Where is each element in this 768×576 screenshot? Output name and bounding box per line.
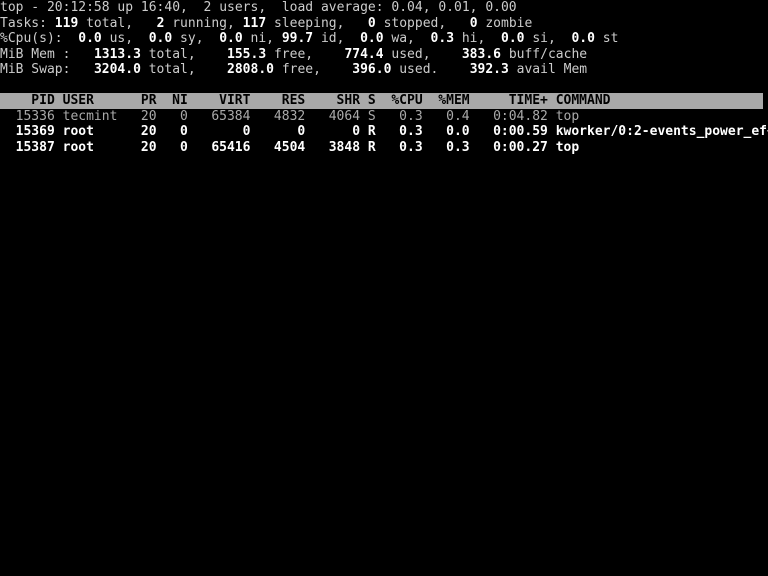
uptime-value: 16:40, [140,0,188,15]
cpu-st-label: st [602,31,619,46]
table-row[interactable]: 15336 tecmint 20 0 65384 4832 4064 S 0.3… [0,109,768,125]
swap-used-value: 396.0 [352,62,392,77]
tasks-zombie-value: 0 [469,15,478,31]
summary-table-separator [0,78,768,94]
cpu-si-value: 0.0 [501,31,525,46]
swap-free-value: 2808.0 [227,62,274,77]
terminal-screen: top - 20:12:58 up 16:40, 2 users, load a… [0,0,768,576]
swap-avail-value: 392.3 [469,62,509,77]
cpu-ni-label: ni, [250,31,274,46]
swap-free-label: free, [281,62,321,77]
tasks-label: Tasks: [0,15,47,31]
memory-used-value: 774.4 [344,46,384,62]
tasks-stopped-label: stopped, [383,15,447,31]
cpu-sy-label: sy, [180,31,204,46]
load-average-label: load average: [281,0,384,15]
cpu-st-value: 0.0 [571,31,595,46]
memory-total-value: 1313.3 [93,46,141,62]
cpu-sy-value: 0.0 [148,31,173,46]
cpu-id-value: 99.7 [281,31,314,46]
top-output: top - 20:12:58 up 16:40, 2 users, load a… [0,0,768,155]
users-label: users, [219,0,267,15]
load-average-15min: 0.00 [485,0,517,15]
uptime-program-label: top - [0,0,40,15]
cpu-wa-label: wa, [391,31,415,46]
cpu-ni-value: 0.0 [219,31,243,46]
swap-line: MiB Swap: 3204.0 total, 2808.0 free, 396… [0,62,768,78]
cpu-id-label: id, [320,31,345,46]
memory-total-label: total, [148,46,196,62]
cpu-hi-value: 0.3 [430,31,455,46]
memory-used-label: used, [391,46,431,62]
uptime-time: 20:12:58 [46,0,110,15]
tasks-zombie-label: zombie [485,15,533,31]
cpu-hi-label: hi, [461,31,486,46]
cpu-line: %Cpu(s): 0.0 us, 0.0 sy, 0.0 ni, 99.7 id… [0,31,768,47]
process-table-header[interactable]: PID USER PR NI VIRT RES SHR S %CPU %MEM … [0,93,763,109]
table-row[interactable]: 15369 root 20 0 0 0 0 R 0.3 0.0 0:00.59 … [0,124,768,140]
swap-label: MiB Swap: [0,62,71,77]
tasks-total-value: 119 [54,15,79,31]
memory-buffcache-label: buff/cache [508,46,588,62]
table-row[interactable]: 15387 root 20 0 65416 4504 3848 R 0.3 0.… [0,140,768,156]
swap-total-value: 3204.0 [93,62,141,77]
load-average-5min: 0.01, [438,0,478,15]
memory-line: MiB Mem : 1313.3 total, 155.3 free, 774.… [0,47,768,63]
tasks-total-label: total, [86,15,134,31]
cpu-label: %Cpu(s): [0,31,63,46]
cpu-wa-value: 0.0 [360,31,384,46]
tasks-stopped-value: 0 [367,15,376,31]
memory-free-value: 155.3 [227,46,267,62]
swap-total-label: total, [148,62,196,77]
memory-buffcache-value: 383.6 [461,46,501,62]
swap-avail-label: avail Mem [516,62,588,77]
tasks-line: Tasks: 119 total, 2 running, 117 sleepin… [0,16,768,32]
tasks-running-label: running, [172,15,235,31]
cpu-us-value: 0.0 [78,31,102,46]
cpu-si-label: si, [532,31,556,46]
memory-label: MiB Mem : [0,46,71,62]
memory-free-label: free, [273,46,314,62]
uptime-up-label: up [117,0,134,15]
uptime-line: top - 20:12:58 up 16:40, 2 users, load a… [0,0,768,16]
cpu-us-label: us, [109,31,134,46]
tasks-sleeping-label: sleeping, [273,15,345,31]
tasks-sleeping-value: 117 [242,15,267,31]
swap-used-label: used. [399,62,439,77]
load-average-1min: 0.04, [391,0,431,15]
